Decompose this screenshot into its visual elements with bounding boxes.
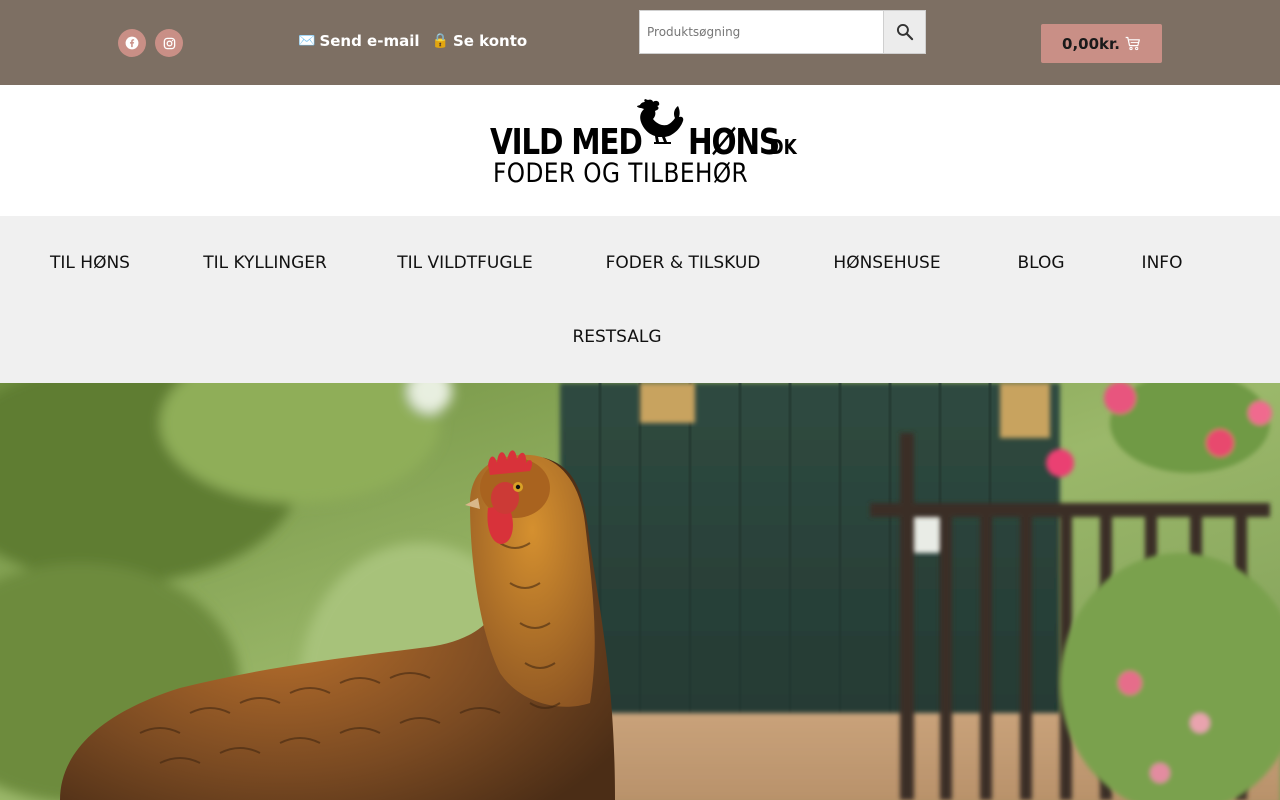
nav-item-til-kyllinger[interactable]: TIL KYLLINGER	[203, 253, 327, 273]
nav-item-til-hons[interactable]: TIL HØNS	[50, 253, 130, 273]
search-button[interactable]	[883, 11, 925, 53]
facebook-link[interactable]	[118, 29, 146, 57]
product-search	[639, 10, 926, 54]
main-navigation: TIL HØNS TIL KYLLINGER TIL VILDTFUGLE FO…	[0, 216, 1280, 383]
cart-icon	[1125, 36, 1140, 51]
nav-item-info[interactable]: INFO	[1142, 253, 1183, 273]
logo-tld: .DK	[763, 135, 797, 159]
top-links: ✉️ Send e-mail 🔒 Se konto	[298, 32, 527, 50]
nav-item-til-vildtfugle[interactable]: TIL VILDTFUGLE	[397, 253, 532, 273]
facebook-icon	[125, 36, 139, 50]
nav-item-foder-tilskud[interactable]: FODER & TILSKUD	[606, 253, 761, 273]
account-link[interactable]: 🔒 Se konto	[432, 32, 528, 50]
lock-icon: 🔒	[431, 33, 449, 49]
nav-item-honsehuse[interactable]: HØNSEHUSE	[833, 253, 940, 273]
site-logo[interactable]: VILD MED HØNS .DK FODER OG TILBEHØR	[488, 98, 797, 190]
envelope-icon: ✉️	[298, 33, 316, 49]
logo-area: VILD MED HØNS .DK FODER OG TILBEHØR	[0, 85, 1280, 216]
logo-tagline: FODER OG TILBEHØR	[493, 158, 749, 189]
top-bar: ✉️ Send e-mail 🔒 Se konto 0,00kr.	[0, 0, 1280, 85]
cart-amount: 0,00kr.	[1062, 34, 1120, 53]
chicken-in-garden-photo	[0, 383, 1280, 800]
search-icon	[896, 23, 913, 41]
nav-item-restsalg[interactable]: RESTSALG	[572, 327, 661, 347]
send-email-label: Send e-mail	[319, 32, 420, 50]
account-label: Se konto	[452, 32, 528, 50]
hero-image	[0, 383, 1280, 800]
search-input[interactable]	[640, 11, 883, 53]
cart-button[interactable]: 0,00kr.	[1041, 24, 1162, 63]
nav-item-blog[interactable]: BLOG	[1017, 253, 1064, 273]
instagram-link[interactable]	[155, 29, 183, 57]
instagram-icon	[163, 37, 175, 49]
rooster-icon	[637, 99, 684, 144]
send-email-link[interactable]: ✉️ Send e-mail	[298, 32, 420, 50]
